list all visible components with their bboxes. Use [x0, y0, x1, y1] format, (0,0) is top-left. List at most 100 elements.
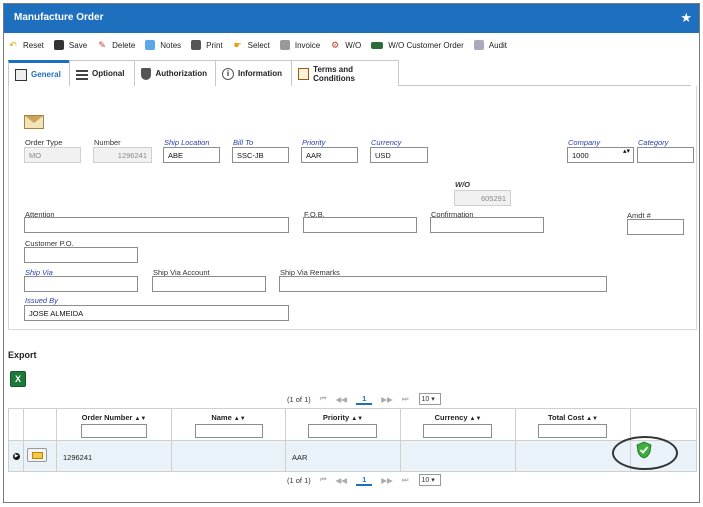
- company-label[interactable]: Company: [568, 138, 600, 147]
- excel-export-icon[interactable]: X: [10, 371, 26, 387]
- ship-location-label[interactable]: Ship Location: [164, 138, 209, 147]
- col-priority-label: Priority: [322, 413, 350, 422]
- per-page-select[interactable]: 10 ▾: [418, 393, 441, 405]
- print-button[interactable]: Print: [191, 40, 223, 50]
- col-name[interactable]: Name ▲▼: [172, 409, 286, 440]
- row-edit-button[interactable]: [27, 448, 47, 462]
- current-page[interactable]: 1: [356, 475, 373, 486]
- last-page-icon[interactable]: ⏭: [402, 475, 409, 485]
- category-field[interactable]: [637, 147, 694, 163]
- last-page-icon[interactable]: ⏭: [402, 394, 409, 404]
- sort-icon[interactable]: ▲▼: [586, 416, 598, 422]
- currency-filter[interactable]: [423, 424, 492, 438]
- order-type-field[interactable]: MO: [24, 147, 81, 163]
- next-page-icon[interactable]: ▶▶: [381, 395, 393, 404]
- wo-icon: ⚙: [331, 40, 340, 50]
- reset-button[interactable]: ↶ Reset: [8, 40, 44, 50]
- first-page-icon[interactable]: ⏮: [320, 394, 327, 404]
- col-order-number-label: Order Number: [81, 413, 133, 422]
- priority-label[interactable]: Priority: [302, 138, 325, 147]
- col-name-label: Name: [211, 413, 232, 422]
- ship-via-remarks-field[interactable]: [279, 276, 607, 292]
- col-order-number[interactable]: Order Number ▲▼: [57, 409, 172, 440]
- toolbar: ↶ Reset Save ✎ Delete Notes Print ☛ Select …: [8, 36, 517, 54]
- general-icon: [15, 68, 27, 81]
- ship-via-field[interactable]: [24, 276, 138, 292]
- sort-icon[interactable]: ▲▼: [134, 416, 146, 422]
- issued-by-label[interactable]: Issued By: [25, 296, 58, 305]
- issued-by-field[interactable]: JOSE ALMEIDA: [24, 305, 289, 321]
- notes-button[interactable]: Notes: [145, 40, 181, 50]
- wo-customer-order-button[interactable]: W/O Customer Order: [371, 41, 464, 50]
- notes-icon: [145, 40, 156, 50]
- table-row[interactable]: ▶ 1296241 AAR: [9, 441, 696, 471]
- tab-general-label: General: [31, 70, 61, 79]
- number-field[interactable]: 1296241: [93, 147, 152, 163]
- favorite-star-icon[interactable]: ★: [680, 10, 692, 26]
- col-total-cost-label: Total Cost: [548, 413, 585, 422]
- save-button[interactable]: Save: [53, 40, 87, 50]
- customer-po-field[interactable]: [24, 247, 138, 263]
- first-page-icon[interactable]: ⏮: [320, 475, 327, 485]
- select-label: Select: [247, 40, 270, 50]
- ship-location-field[interactable]: ABE: [163, 147, 220, 163]
- priority-field[interactable]: AAR: [301, 147, 358, 163]
- name-cell: [172, 441, 286, 471]
- bill-to-field[interactable]: SSC-JB: [232, 147, 289, 163]
- tab-general[interactable]: General: [8, 60, 70, 86]
- export-heading: Export: [8, 350, 37, 360]
- name-filter[interactable]: [195, 424, 263, 438]
- current-page[interactable]: 1: [356, 394, 373, 405]
- select-icon: ☛: [233, 40, 242, 50]
- per-page-select[interactable]: 10 ▾: [418, 474, 441, 486]
- truck-icon: [371, 41, 384, 49]
- bill-to-label[interactable]: Bill To: [233, 138, 253, 147]
- fob-field[interactable]: [303, 217, 417, 233]
- sort-icon[interactable]: ▲▼: [234, 416, 246, 422]
- company-select[interactable]: 1000: [567, 147, 634, 163]
- delete-button[interactable]: ✎ Delete: [97, 40, 135, 50]
- order-number-filter[interactable]: [81, 424, 147, 438]
- next-page-icon[interactable]: ▶▶: [381, 476, 393, 485]
- wo-button[interactable]: ⚙ W/O: [330, 40, 361, 50]
- envelope-icon[interactable]: [24, 115, 44, 129]
- highlight-circle: [612, 436, 678, 470]
- per-page-value: 10: [421, 396, 430, 403]
- invoice-label: Invoice: [294, 40, 321, 50]
- currency-field[interactable]: USD: [370, 147, 428, 163]
- pager-range: (1 of 1): [287, 475, 311, 485]
- wo-field[interactable]: 605291: [454, 190, 511, 206]
- priority-filter[interactable]: [308, 424, 377, 438]
- tab-optional[interactable]: Optional: [69, 60, 135, 86]
- wo-label: W/O: [455, 180, 470, 189]
- save-icon: [53, 40, 64, 50]
- currency-label[interactable]: Currency: [371, 138, 401, 147]
- expander-cell: [9, 441, 24, 471]
- select-button[interactable]: ☛ Select: [233, 40, 270, 50]
- ship-via-account-field[interactable]: [152, 276, 266, 292]
- confirmation-field[interactable]: [430, 217, 544, 233]
- tab-authorization[interactable]: Authorization: [134, 60, 216, 86]
- audit-button[interactable]: Audit: [473, 40, 507, 50]
- tab-bar: General Optional Authorization i Informat…: [8, 60, 691, 86]
- col-currency[interactable]: Currency ▲▼: [401, 409, 516, 440]
- invoice-button[interactable]: Invoice: [279, 40, 321, 50]
- action-column: [24, 409, 57, 440]
- col-total-cost[interactable]: Total Cost ▲▼: [516, 409, 631, 440]
- prev-page-icon[interactable]: ◀◀: [336, 395, 348, 404]
- amdt-field[interactable]: [627, 219, 684, 235]
- print-icon: [191, 40, 202, 50]
- grid-header: Order Number ▲▼ Name ▲▼ Priority ▲▼ Currenc…: [9, 409, 696, 441]
- tab-terms[interactable]: Terms and Conditions: [291, 60, 399, 86]
- tab-information[interactable]: i Information: [215, 60, 292, 86]
- attention-field[interactable]: [24, 217, 289, 233]
- col-priority[interactable]: Priority ▲▼: [286, 409, 401, 440]
- sort-icon[interactable]: ▲▼: [351, 416, 363, 422]
- sort-icon[interactable]: ▲▼: [470, 416, 482, 422]
- terms-icon: [298, 67, 310, 80]
- pager-bottom: (1 of 1) ⏮ ◀◀ 1 ▶▶ ⏭ 10 ▾: [0, 472, 697, 488]
- order-number-cell: 1296241: [57, 441, 172, 471]
- total-cost-filter[interactable]: [538, 424, 607, 438]
- category-label[interactable]: Category: [638, 138, 668, 147]
- prev-page-icon[interactable]: ◀◀: [336, 476, 348, 485]
